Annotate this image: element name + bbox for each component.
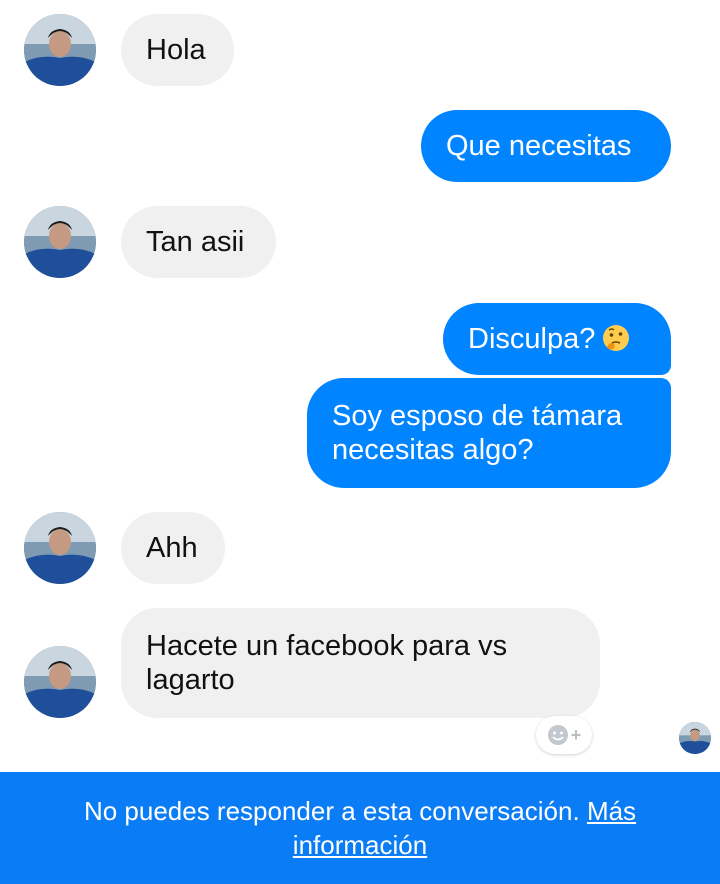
conversation-blocked-banner: No puedes responder a esta conversación.… [0, 772, 720, 884]
profile-photo-icon [24, 646, 96, 718]
message-text: Tan asii [146, 226, 245, 258]
contact-avatar[interactable] [24, 206, 96, 278]
profile-photo-icon [24, 206, 96, 278]
message-bubble-incoming[interactable]: Hacete un facebook para vs lagarto [121, 608, 600, 718]
blocked-notice: No puedes responder a esta conversación.… [50, 794, 670, 862]
blocked-notice-text: No puedes responder a esta conversación. [83, 796, 580, 826]
profile-photo-icon [24, 512, 96, 584]
message-text-line: Soy esposo de támara [332, 400, 623, 432]
message-bubble-outgoing[interactable]: Disculpa? [443, 303, 671, 375]
message-text-line: Hacete un facebook para vs [146, 630, 508, 662]
message-text: Que necesitas [446, 130, 632, 162]
thinking-face-icon [603, 325, 630, 351]
profile-photo-icon [24, 14, 96, 86]
message-bubble-incoming[interactable]: Hola [121, 14, 234, 86]
add-reaction-button[interactable]: + [536, 716, 592, 754]
contact-avatar[interactable] [24, 646, 96, 718]
profile-photo-icon [679, 722, 711, 754]
contact-avatar[interactable] [24, 14, 96, 86]
seen-indicator-avatar [679, 722, 711, 754]
message-bubble-incoming[interactable]: Tan asii [121, 206, 276, 278]
message-text: Disculpa? [468, 322, 646, 356]
message-text: Ahh [146, 532, 198, 564]
message-bubble-outgoing[interactable]: Soy esposo de támara necesitas algo? [307, 378, 671, 488]
message-text-line: lagarto [146, 664, 235, 696]
smiley-icon [547, 725, 568, 745]
plus-icon: + [570, 725, 582, 745]
message-bubble-outgoing[interactable]: Que necesitas [421, 110, 671, 182]
message-bubble-incoming[interactable]: Ahh [121, 512, 225, 584]
message-thread: Hola Que necesitas Tan asii Disculpa? So… [0, 0, 720, 772]
contact-avatar[interactable] [24, 512, 96, 584]
message-text-line: necesitas algo? [332, 434, 534, 466]
message-text: Hola [146, 34, 206, 66]
